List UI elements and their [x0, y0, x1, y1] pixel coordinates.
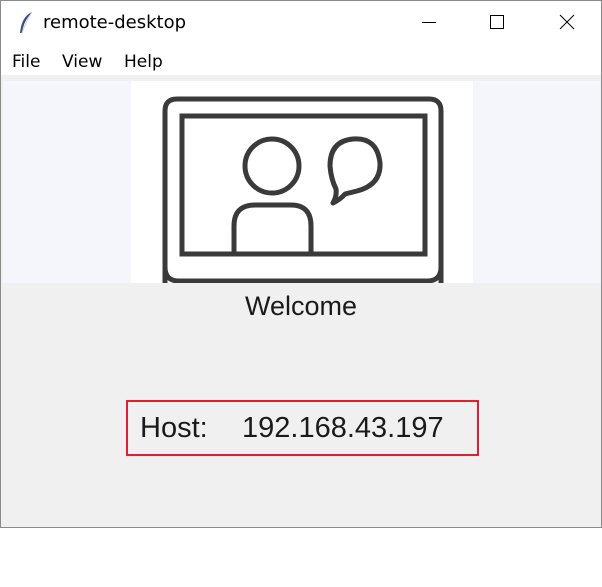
close-button[interactable] — [533, 1, 601, 47]
maximize-button[interactable] — [463, 1, 531, 47]
title-bar[interactable]: remote-desktop — [1, 1, 601, 47]
video-chat-icon — [131, 81, 473, 284]
app-window: remote-desktop File View Help Welcome Ho… — [0, 0, 602, 528]
menu-file[interactable]: File — [12, 52, 40, 72]
host-label: Host: — [140, 412, 208, 444]
welcome-heading: Welcome — [244, 291, 358, 321]
window-title: remote-desktop — [43, 12, 187, 33]
maximize-icon — [489, 14, 505, 34]
minimize-button[interactable] — [395, 1, 463, 47]
menu-view[interactable]: View — [62, 52, 102, 72]
minimize-icon — [421, 14, 437, 34]
host-ip-value: 192.168.43.197 — [242, 412, 444, 444]
feather-icon — [17, 11, 35, 37]
close-icon — [559, 14, 575, 34]
banner — [3, 81, 601, 284]
menu-bar: File View Help — [1, 47, 601, 75]
menu-help[interactable]: Help — [124, 52, 163, 72]
host-info-box: Host: 192.168.43.197 — [126, 400, 479, 456]
